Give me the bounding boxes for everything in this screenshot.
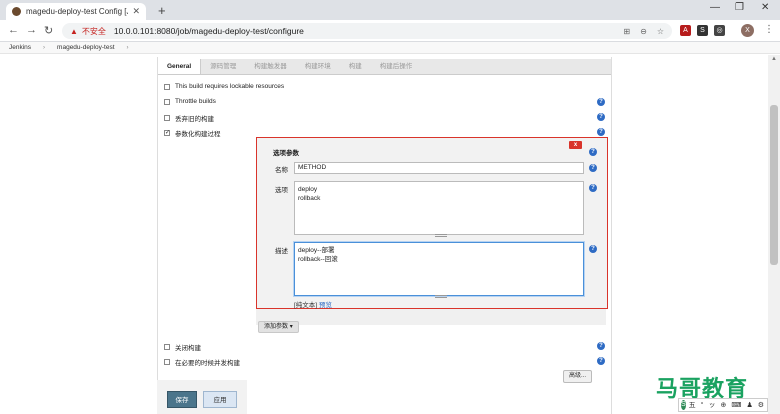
scroll-up-icon[interactable]: ▲ [771, 56, 777, 62]
browser-toolbar: ← → ↻ ▲ 不安全 10.0.0.101:8080/job/magedu-d… [0, 20, 780, 42]
checkbox[interactable] [164, 359, 170, 365]
checkbox[interactable] [164, 344, 170, 350]
page-scrollbar[interactable]: ▲ [768, 55, 780, 414]
menu-icon[interactable]: ⋮ [764, 24, 774, 35]
translate-icon[interactable]: ⊞ [623, 27, 630, 36]
add-parameter-label: 添加参数 [264, 324, 289, 330]
tab-build[interactable]: 构建 [340, 59, 371, 74]
extension-icon[interactable]: ◎ [714, 25, 725, 36]
resize-handle[interactable] [435, 234, 447, 237]
checkbox-checked[interactable]: ✓ [164, 130, 170, 136]
option-label: This build requires lockable resources [175, 83, 285, 90]
help-icon[interactable]: ? [597, 128, 605, 136]
option-concurrent[interactable]: 在必要的时候并发构建 [164, 357, 240, 367]
checkbox[interactable] [164, 83, 170, 90]
ime-item[interactable]: ッ [708, 400, 715, 410]
new-tab-icon[interactable]: + [158, 3, 166, 18]
config-tabs: General 源码管理 构建触发器 构建环境 构建 构建后操作 [158, 59, 611, 75]
help-icon[interactable]: ? [589, 164, 597, 172]
browser-tab[interactable]: magedu-deploy-test Config [Je ✕ [6, 3, 146, 20]
chevron-right-icon: › [43, 44, 46, 51]
option-label: 参数化构建过程 [175, 131, 221, 138]
option-label: 关闭构建 [175, 345, 201, 352]
minimize-icon[interactable]: — [710, 2, 720, 13]
back-icon[interactable]: ← [8, 24, 19, 36]
help-icon[interactable]: ? [589, 184, 597, 192]
tab-general[interactable]: General [158, 59, 202, 74]
ime-logo-icon[interactable]: S [681, 400, 686, 410]
choice-parameter-panel: 选项参数 x ? 名称 METHOD ? 选项 deploy rollback … [256, 137, 608, 309]
forward-icon[interactable]: → [26, 24, 37, 36]
breadcrumb-jenkins[interactable]: Jenkins [9, 44, 31, 51]
breadcrumb: Jenkins › magedu-deploy-test › [0, 42, 780, 54]
profile-avatar[interactable]: X [741, 24, 754, 37]
help-icon[interactable]: ? [589, 148, 597, 156]
tab-title: magedu-deploy-test Config [Je [26, 7, 129, 16]
save-button[interactable]: 保存 [167, 391, 197, 408]
option-throttle[interactable]: Throttle builds [164, 98, 216, 105]
help-icon[interactable]: ? [597, 342, 605, 350]
bookmark-star-icon[interactable]: ☆ [657, 27, 664, 36]
delete-parameter-button[interactable]: x [569, 141, 582, 149]
ime-item[interactable]: ⊕ [720, 401, 726, 409]
resize-handle[interactable] [435, 295, 447, 298]
ime-toolbar: S 五 ° ッ ⊕ ⌨ ♟ ⚙ [678, 398, 768, 412]
option-discard-old[interactable]: 丢弃旧的构建 [164, 113, 214, 123]
description-format: [纯文本] 预览 [294, 299, 332, 309]
preview-link[interactable]: 预览 [319, 302, 332, 309]
choices-textarea[interactable]: deploy rollback [294, 181, 584, 235]
name-label: 名称 [275, 167, 288, 174]
description-label: 描述 [275, 248, 288, 255]
ime-item[interactable]: ⌨ [731, 401, 741, 409]
checkbox[interactable] [164, 98, 170, 105]
plain-text-label: [纯文本] [294, 302, 318, 309]
breadcrumb-job[interactable]: magedu-deploy-test [57, 44, 114, 51]
warning-icon: ▲ [70, 26, 78, 36]
dropdown-arrow-icon: ▾ [289, 324, 293, 330]
zoom-icon[interactable]: ⊖ [640, 27, 647, 36]
address-bar[interactable]: ▲ 不安全 10.0.0.101:8080/job/magedu-deploy-… [62, 23, 672, 39]
extension-icon[interactable]: S [697, 25, 708, 36]
close-window-icon[interactable]: ✕ [761, 2, 769, 13]
jenkins-favicon-icon [12, 7, 21, 16]
option-label: 在必要的时候并发构建 [175, 360, 240, 367]
ime-item[interactable]: ⚙ [758, 401, 764, 409]
advanced-button[interactable]: 高级... [563, 370, 593, 383]
pdf-extension-icon[interactable]: A [680, 25, 691, 36]
help-icon[interactable]: ? [597, 357, 605, 365]
chevron-right-icon: › [126, 44, 129, 51]
tab-triggers[interactable]: 构建触发器 [245, 59, 296, 74]
option-lockable[interactable]: This build requires lockable resources [164, 83, 284, 90]
help-icon[interactable]: ? [589, 245, 597, 253]
scrollbar-thumb[interactable] [770, 105, 778, 265]
ime-item[interactable]: ♟ [746, 401, 752, 409]
tab-build-env[interactable]: 构建环境 [296, 59, 340, 74]
choices-label: 选项 [275, 187, 288, 194]
checkbox[interactable] [164, 115, 170, 121]
close-tab-icon[interactable]: ✕ [132, 6, 140, 17]
option-disable[interactable]: 关闭构建 [164, 342, 201, 352]
url-text[interactable]: 10.0.0.101:8080/job/magedu-deploy-test/c… [114, 26, 614, 36]
browser-tab-strip: magedu-deploy-test Config [Je ✕ + — ❐ ✕ [0, 0, 780, 20]
maximize-icon[interactable]: ❐ [735, 2, 744, 13]
ime-item[interactable]: 五 [689, 400, 696, 410]
tab-scm[interactable]: 源码管理 [201, 59, 245, 74]
option-label: Throttle builds [175, 98, 216, 105]
reload-icon[interactable]: ↻ [44, 24, 53, 37]
ime-item[interactable]: ° [701, 402, 704, 409]
name-field[interactable]: METHOD [294, 162, 584, 174]
tab-post-build[interactable]: 构建后操作 [371, 59, 422, 74]
description-textarea[interactable]: deploy--部署 rollback--回滚 [294, 242, 584, 296]
help-icon[interactable]: ? [597, 98, 605, 106]
option-label: 丢弃旧的构建 [175, 116, 214, 123]
help-icon[interactable]: ? [597, 113, 605, 121]
add-parameter-button[interactable]: 添加参数 ▾ [258, 321, 299, 333]
insecure-label: 不安全 [81, 26, 106, 36]
parameter-title: 选项参数 [273, 150, 299, 157]
option-parameterized[interactable]: ✓ 参数化构建过程 [164, 128, 221, 138]
apply-button[interactable]: 应用 [203, 391, 237, 408]
